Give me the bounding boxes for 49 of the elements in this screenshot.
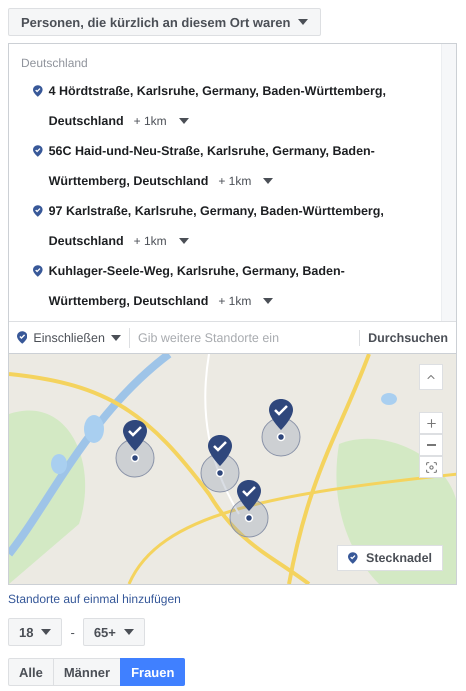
gender-tab[interactable]: Frauen	[120, 658, 186, 686]
map-pin-icon	[33, 145, 43, 157]
age-separator: -	[70, 624, 75, 640]
location-address: 56C Haid-und-Neu-Straße, Karlsruhe, Germany, Baden-	[48, 143, 375, 160]
caret-icon	[124, 629, 134, 635]
caret-icon	[298, 19, 308, 25]
minus-icon	[426, 444, 436, 446]
location-address: 4 Hördtstraße, Karlsruhe, Germany, Baden-Württemberg,	[48, 83, 386, 100]
caret-icon	[263, 178, 274, 184]
radius-dropdown[interactable]: + 1km	[134, 114, 189, 128]
country-heading: Deutschland	[21, 56, 89, 70]
caret-icon	[41, 629, 52, 635]
map-pin-icon	[261, 397, 301, 457]
location-address: 97 Karlstraße, Karlsruhe, Germany, Baden-Württemberg,	[48, 203, 384, 220]
radius-dropdown[interactable]: + 1km	[134, 234, 189, 248]
map-pin-icon	[33, 205, 43, 217]
map-pin-icon	[115, 418, 155, 478]
min-age-dropdown[interactable]: 18	[8, 618, 62, 646]
map-pin-icon	[33, 85, 43, 97]
zoom-in-button[interactable]	[419, 412, 443, 434]
location-address: Deutschland	[48, 113, 124, 130]
caret-icon	[110, 334, 121, 340]
focus-icon	[424, 460, 438, 474]
max-age-dropdown[interactable]: 65+	[82, 618, 145, 646]
include-dropdown[interactable]: Einschließen	[17, 328, 130, 348]
map-pin-icon	[229, 478, 269, 538]
recenter-button[interactable]	[419, 456, 443, 478]
location-address: Deutschland	[48, 233, 124, 250]
caret-icon	[263, 298, 274, 304]
location-address: Kuhlager-Seele-Weg, Karlsruhe, Germany, Baden-	[48, 263, 345, 280]
radius-dropdown[interactable]: + 1km	[218, 174, 274, 188]
location-address: Württemberg, Deutschland	[48, 173, 208, 190]
plus-icon	[424, 416, 438, 430]
zoom-out-button[interactable]	[419, 434, 443, 456]
bulk-add-link[interactable]: Standorte auf einmal hinzufügen	[8, 592, 458, 606]
scrollbar[interactable]	[441, 44, 456, 321]
map-pin-icon	[33, 265, 43, 277]
map-pin-icon	[348, 552, 358, 564]
caret-icon	[178, 238, 189, 244]
drop-pin-button[interactable]: Stecknadel	[337, 545, 443, 571]
browse-button[interactable]: Durchsuchen	[359, 330, 448, 346]
gender-tab[interactable]: Männer	[52, 658, 122, 686]
map-pin-icon	[17, 331, 28, 344]
map-pin-icon	[200, 433, 240, 493]
gender-tab[interactable]: Alle	[8, 658, 54, 686]
location-address: Württemberg, Deutschland	[48, 293, 208, 310]
caret-icon	[178, 118, 189, 124]
audience-dropdown[interactable]: Personen, die kürzlich an diesem Ort waren	[8, 8, 322, 36]
radius-dropdown[interactable]: + 1km	[218, 294, 274, 308]
